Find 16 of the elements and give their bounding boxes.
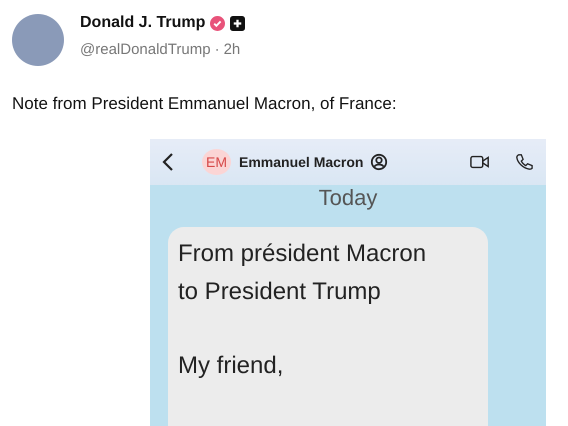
- post-time: 2h: [224, 41, 240, 58]
- contact-initials: EM: [202, 149, 231, 175]
- plus-icon[interactable]: [230, 16, 246, 30]
- message-text: From président Macron to President Trump: [178, 239, 428, 307]
- date-label: Today: [318, 185, 378, 211]
- phone-icon[interactable]: [514, 153, 534, 171]
- author-handle[interactable]: @realDonaldTrump: [80, 41, 211, 58]
- contact-icon[interactable]: [369, 153, 390, 171]
- video-call-icon[interactable]: [470, 153, 490, 171]
- avatar[interactable]: [12, 14, 64, 66]
- author-name[interactable]: Donald J. Trump: [80, 14, 206, 32]
- contact-name[interactable]: Emmanuel Macron: [239, 154, 364, 170]
- post-text: Note from President Emmanuel Macron, of France:: [12, 94, 398, 114]
- back-icon[interactable]: [162, 152, 174, 172]
- message-text: My friend,: [178, 351, 284, 381]
- separator: ·: [214, 41, 220, 58]
